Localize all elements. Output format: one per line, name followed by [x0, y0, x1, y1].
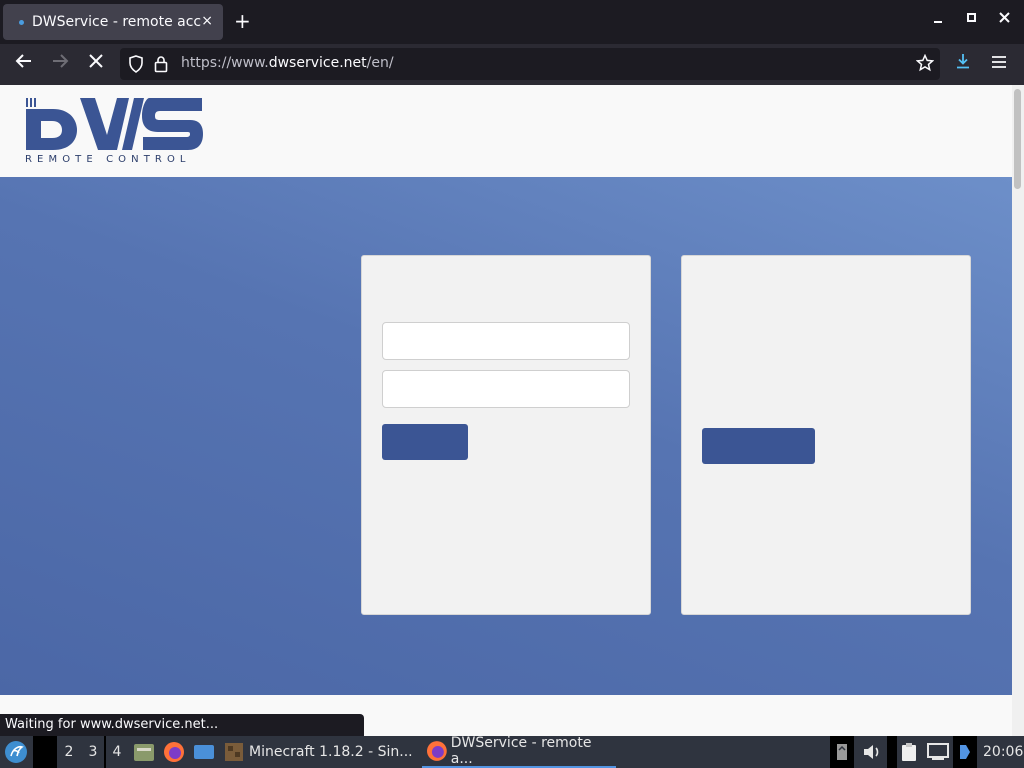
minimize-icon[interactable] [933, 12, 945, 28]
tab-title: DWService - remote access [32, 14, 202, 30]
workspace-1[interactable] [33, 736, 57, 768]
file-manager-icon[interactable] [133, 736, 155, 768]
maximize-icon[interactable] [966, 12, 978, 28]
dws-logo[interactable]: REMOTE CONTROL [25, 97, 205, 167]
logo-tagline: REMOTE CONTROL [25, 154, 191, 165]
menu-icon[interactable] [986, 52, 1012, 78]
taskbar-window-minecraft[interactable]: Minecraft 1.18.2 - Sin... [224, 736, 413, 768]
tray-separator [887, 736, 897, 768]
back-icon[interactable] [11, 52, 37, 78]
new-tab-button[interactable]: + [234, 10, 251, 32]
workspace-4[interactable]: 4 [105, 736, 129, 768]
site-header: REMOTE CONTROL [0, 85, 1012, 177]
nav-bar: https://www.dwservice.net/en/ [0, 44, 1024, 85]
login-button[interactable] [382, 424, 468, 460]
clipboard-icon[interactable] [900, 736, 918, 768]
scrollbar-thumb[interactable] [1014, 89, 1021, 189]
page-scrollbar[interactable] [1012, 85, 1024, 736]
dwagent-tray-icon[interactable] [958, 736, 972, 768]
taskbar: 2 3 4 Minecraft 1.18.2 - Sin... DWServic… [0, 735, 1024, 768]
tracking-protection-icon[interactable] [128, 55, 144, 77]
password-field[interactable] [382, 370, 630, 408]
url-text[interactable]: https://www.dwservice.net/en/ [181, 55, 394, 71]
dws-logo-graphic [26, 98, 203, 150]
hero-banner [0, 177, 1012, 695]
firefox-icon [426, 741, 447, 761]
login-card [361, 255, 651, 615]
taskbar-window-dwservice[interactable]: DWService - remote a... [422, 735, 616, 768]
signup-card [681, 255, 971, 615]
desktop-icon[interactable] [193, 736, 215, 768]
workspace-3[interactable]: 3 [81, 736, 105, 768]
clock[interactable]: 20:06 [983, 736, 1023, 768]
tab-close-icon[interactable]: × [201, 13, 213, 29]
start-menu-icon[interactable] [4, 736, 28, 768]
lock-icon[interactable] [154, 55, 168, 77]
loading-indicator-icon [19, 19, 24, 25]
volume-icon[interactable] [862, 736, 882, 768]
signup-button[interactable] [702, 428, 815, 464]
tray-scroll-icon[interactable] [836, 736, 848, 768]
workspace-2[interactable]: 2 [57, 736, 81, 768]
tab-bar: DWService - remote access × + [0, 0, 1024, 44]
web-page: REMOTE CONTROL [0, 85, 1012, 736]
username-field[interactable] [382, 322, 630, 360]
url-bar[interactable]: https://www.dwservice.net/en/ [120, 48, 940, 80]
downloads-icon[interactable] [950, 52, 976, 78]
bookmark-star-icon[interactable] [915, 53, 935, 76]
taskbar-window-label: Minecraft 1.18.2 - Sin... [249, 744, 413, 760]
firefox-icon[interactable] [163, 736, 185, 768]
tab-dwservice[interactable]: DWService - remote access × [3, 4, 223, 40]
minecraft-icon [225, 743, 243, 761]
taskbar-window-label: DWService - remote a... [450, 735, 592, 767]
stop-loading-icon[interactable] [83, 52, 109, 78]
forward-icon[interactable] [47, 52, 73, 78]
network-icon[interactable] [927, 736, 949, 768]
close-window-icon[interactable] [999, 12, 1011, 28]
status-bar: Waiting for www.dwservice.net... [0, 714, 364, 736]
